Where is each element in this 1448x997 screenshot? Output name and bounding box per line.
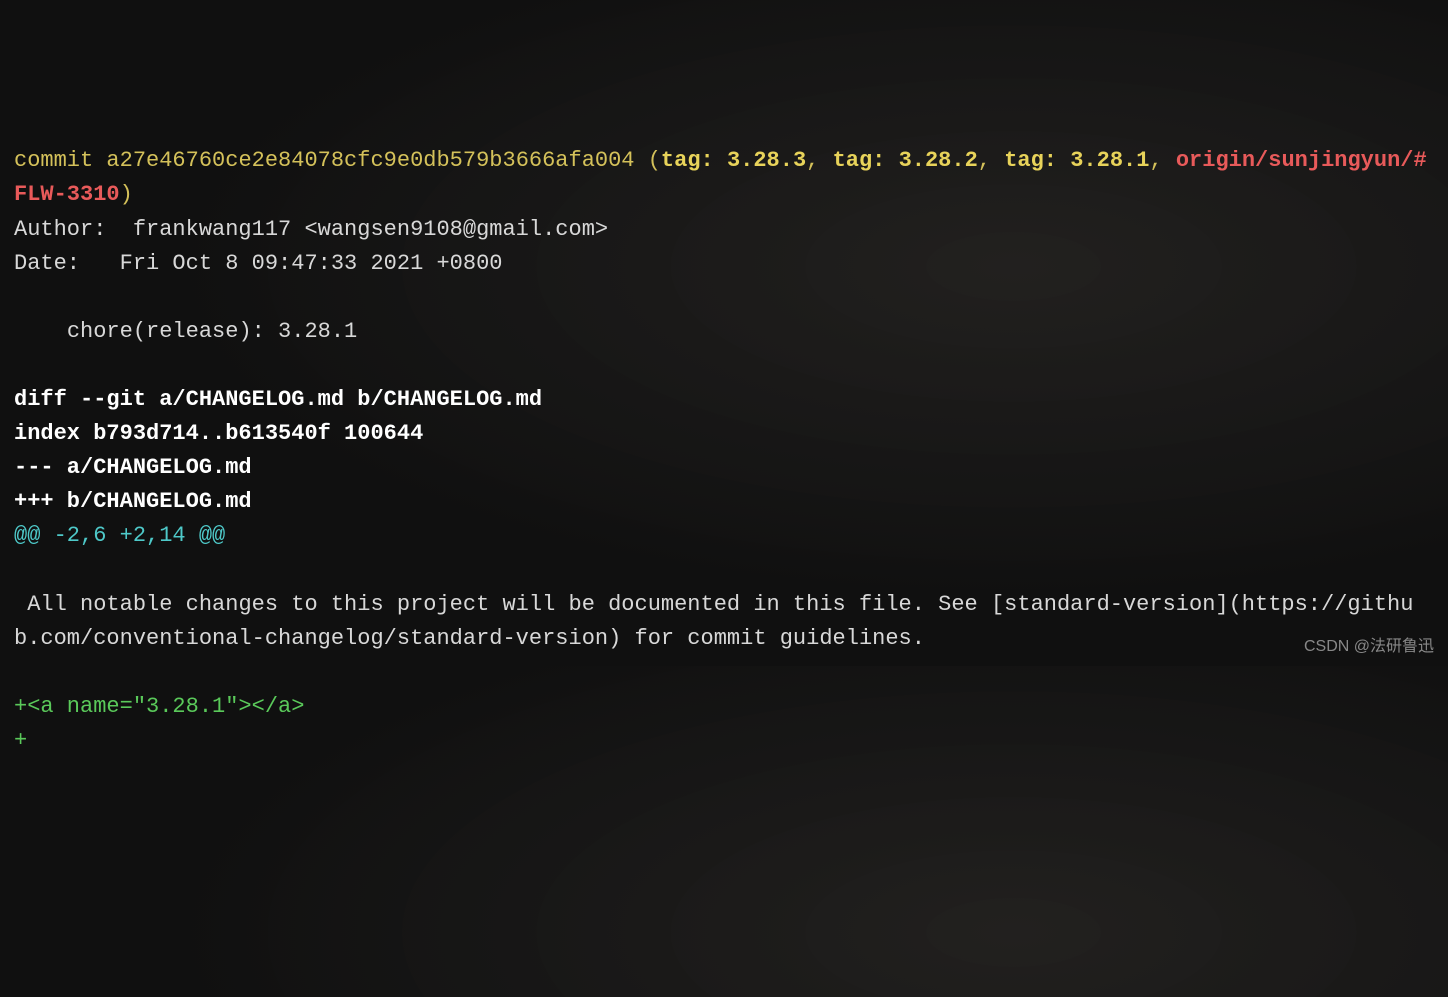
date-line: Date: Fri Oct 8 09:47:33 2021 +0800 [14, 251, 502, 276]
commit-hash [93, 148, 106, 173]
commit-message: chore(release): 3.28.1 [14, 319, 357, 344]
author-line: Author: frankwang117 <wangsen9108@gmail.… [14, 217, 608, 242]
terminal-output: commit a27e46760ce2e84078cfc9e0db579b366… [14, 144, 1434, 758]
context-line: All notable changes to this project will… [14, 592, 1413, 651]
tag-1: 3.28.3 [727, 148, 806, 173]
tag-label-3: tag: [1004, 148, 1070, 173]
tag-2: 3.28.2 [899, 148, 978, 173]
tag-3: 3.28.1 [1070, 148, 1149, 173]
commit-label: commit [14, 148, 93, 173]
added-plus: + [14, 728, 27, 753]
added-line: +<a name="3.28.1"></a> [14, 694, 304, 719]
diff-old-file: --- a/CHANGELOG.md [14, 455, 252, 480]
tag-label-2: tag: [833, 148, 899, 173]
diff-index: index b793d714..b613540f 100644 [14, 421, 423, 446]
watermark: CSDN @法研鲁迅 [1304, 635, 1434, 660]
diff-hunk: @@ -2,6 +2,14 @@ [14, 523, 225, 548]
diff-new-file: +++ b/CHANGELOG.md [14, 489, 252, 514]
tag-label-1: tag: [661, 148, 727, 173]
diff-header: diff --git a/CHANGELOG.md b/CHANGELOG.md [14, 387, 542, 412]
